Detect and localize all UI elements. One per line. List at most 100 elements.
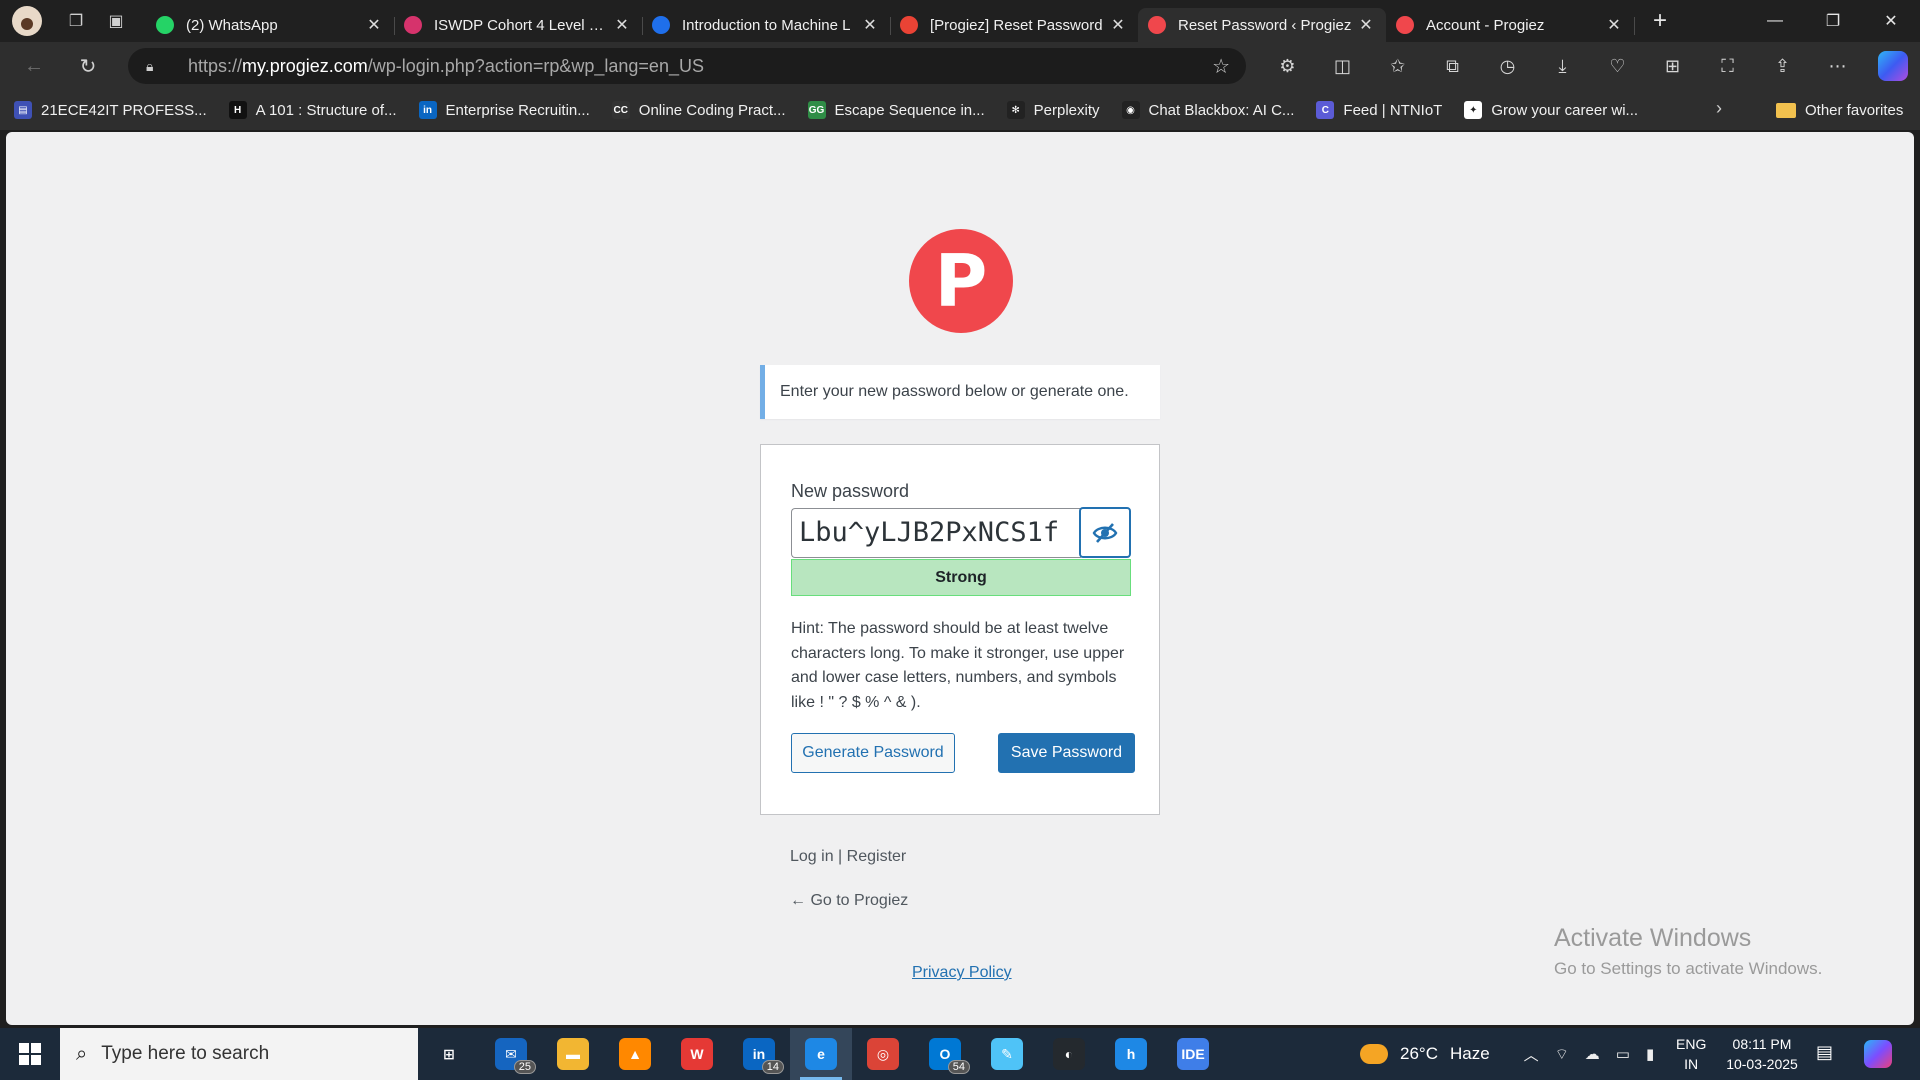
password-strength-meter: Strong	[791, 559, 1131, 596]
register-link[interactable]: Register	[847, 848, 907, 865]
favorite-item[interactable]: GG Escape Sequence in...	[807, 101, 985, 119]
favorite-item[interactable]: in Enterprise Recruitin...	[418, 101, 590, 119]
other-favorites[interactable]: Other favorites	[1776, 90, 1903, 130]
notifications-icon[interactable]: ▤	[1816, 1042, 1833, 1063]
share-icon[interactable]: ⇪	[1755, 48, 1810, 84]
close-tab-icon[interactable]: ✕	[364, 15, 384, 35]
weather-widget[interactable]: 26°C Haze	[1360, 1044, 1490, 1064]
downloads-icon[interactable]: ⤓	[1535, 48, 1590, 84]
taskbar-edge-button[interactable]: e	[790, 1028, 852, 1080]
other-favorites-label: Other favorites	[1805, 101, 1904, 119]
new-tab-button[interactable]: +	[1640, 4, 1680, 38]
restore-button[interactable]: ❐	[1804, 0, 1862, 42]
favorite-item[interactable]: H A 101 : Structure of...	[228, 101, 397, 119]
login-link[interactable]: Log in	[790, 848, 834, 865]
generate-password-button[interactable]: Generate Password	[791, 733, 955, 773]
url-text: https://my.progiez.com/wp-login.php?acti…	[188, 55, 704, 76]
taskbar-search[interactable]: ⌕ Type here to search	[60, 1028, 418, 1080]
copilot-icon[interactable]	[1878, 51, 1908, 81]
info-notice: Enter your new password below or generat…	[760, 365, 1160, 419]
close-tab-icon[interactable]: ✕	[1356, 15, 1376, 35]
ide-icon: IDE	[1177, 1038, 1209, 1070]
taskbar-apps: ⊞ ✉ 25 ▬ ▲ Win 14 e ◎ O 54 ✎ ◐ h IDE	[418, 1028, 1224, 1080]
browser-tab[interactable]: [Progiez] Reset Password ✕	[890, 8, 1139, 42]
reset-password-form: New password Lbu^yLJB2PxNCS1f Strong Hin…	[760, 444, 1160, 815]
address-bar[interactable]: 🔒︎ https://my.progiez.com/wp-login.php?a…	[128, 48, 1246, 84]
browser-tab[interactable]: ISWDP Cohort 4 Level 1 Le ✕	[394, 8, 643, 42]
close-tab-icon[interactable]: ✕	[1108, 15, 1128, 35]
onedrive-icon[interactable]: ☁	[1585, 1045, 1600, 1063]
close-tab-icon[interactable]: ✕	[612, 15, 632, 35]
close-tab-icon[interactable]: ✕	[1604, 15, 1624, 35]
refresh-button[interactable]: ↻	[66, 48, 110, 84]
vlc-icon: ▲	[619, 1038, 651, 1070]
collections-icon[interactable]: ⧉	[1425, 48, 1480, 84]
language-code: ENG	[1676, 1036, 1707, 1052]
back-to-site-link[interactable]: ← Go to Progiez	[790, 892, 908, 910]
network-icon[interactable]: ⌔	[1555, 1045, 1569, 1064]
favorite-item[interactable]: CC Online Coding Pract...	[611, 101, 786, 119]
screenshot-icon[interactable]: ⛶	[1700, 48, 1755, 84]
save-password-button[interactable]: Save Password	[998, 733, 1135, 773]
taskbar-github-button[interactable]: ◐	[1038, 1028, 1100, 1080]
close-tab-icon[interactable]: ✕	[860, 15, 880, 35]
language-indicator[interactable]: ENG IN	[1676, 1034, 1706, 1074]
history-icon[interactable]: ◷	[1480, 48, 1535, 84]
favorite-item[interactable]: C Feed | NTNIoT	[1316, 101, 1442, 119]
start-button[interactable]	[0, 1028, 60, 1080]
meet-now-icon[interactable]: ▭	[1616, 1045, 1630, 1063]
favorite-item[interactable]: ✻ Perplexity	[1006, 101, 1100, 119]
minimize-button[interactable]: —	[1746, 0, 1804, 42]
favorites-overflow-chevron-icon[interactable]: ›	[1716, 98, 1722, 119]
search-placeholder: Type here to search	[101, 1043, 270, 1064]
taskbar-wps-button[interactable]: W	[666, 1028, 728, 1080]
apps-icon[interactable]: ⊞	[1645, 48, 1700, 84]
browser-tab[interactable]: Reset Password ‹ Progiez ✕	[1138, 8, 1386, 42]
show-hidden-icons-chevron-icon[interactable]: ︿	[1524, 1044, 1539, 1065]
page-content: P Enter your new password below or gener…	[6, 132, 1914, 1025]
eye-slash-icon	[1092, 522, 1118, 543]
copilot-taskbar-icon[interactable]	[1864, 1040, 1892, 1068]
system-clock[interactable]: 08:11 PM 10-03-2025	[1720, 1034, 1804, 1074]
browser-tab[interactable]: Introduction to Machine L ✕	[642, 8, 891, 42]
taskbar-outlook-button[interactable]: O 54	[914, 1028, 976, 1080]
tab-actions-icon[interactable]: ▣	[96, 5, 136, 37]
gmail-icon	[900, 16, 918, 34]
more-menu-icon[interactable]: ⋯	[1810, 48, 1865, 84]
privacy-policy-link[interactable]: Privacy Policy	[912, 964, 1012, 982]
browser-tab[interactable]: (2) WhatsApp ✕	[146, 8, 395, 42]
battery-icon[interactable]: ▮	[1646, 1045, 1654, 1063]
favorite-item[interactable]: ▤ 21ECE42IT PROFESS...	[14, 101, 207, 119]
favorite-favicon-icon: ◉	[1121, 101, 1140, 119]
taskbar-hackerrank-button[interactable]: h	[1100, 1028, 1162, 1080]
hide-password-button[interactable]	[1079, 507, 1131, 558]
close-window-button[interactable]: ✕	[1862, 0, 1920, 42]
favorite-item[interactable]: ◉ Chat Blackbox: AI C...	[1121, 101, 1294, 119]
taskbar-ide-button[interactable]: IDE	[1162, 1028, 1224, 1080]
taskbar-vlc-button[interactable]: ▲	[604, 1028, 666, 1080]
new-password-input[interactable]: Lbu^yLJB2PxNCS1f	[791, 508, 1081, 558]
taskbar-notepad-button[interactable]: ✎	[976, 1028, 1038, 1080]
tab-title: ISWDP Cohort 4 Level 1 Le	[434, 16, 612, 34]
browser-tab[interactable]: Account - Progiez ✕	[1386, 8, 1635, 42]
taskbar-mail-button[interactable]: ✉ 25	[480, 1028, 542, 1080]
favorite-favicon-icon: ✻	[1006, 101, 1025, 119]
split-screen-icon[interactable]: ◫	[1315, 48, 1370, 84]
github-icon: ◐	[1053, 1038, 1085, 1070]
workspaces-icon[interactable]: ❐	[56, 5, 96, 37]
extensions-icon[interactable]: ⚙	[1260, 48, 1315, 84]
windows-taskbar: ⌕ Type here to search ⊞ ✉ 25 ▬ ▲ Win 14 e ◎ O 54 ✎ ◐…	[0, 1028, 1920, 1080]
taskbar-linkedin-button[interactable]: in 14	[728, 1028, 790, 1080]
back-button[interactable]: ←	[12, 48, 56, 84]
favorite-star-icon[interactable]: ☆	[1212, 54, 1230, 79]
tab-title: (2) WhatsApp	[186, 16, 278, 34]
favorite-item[interactable]: ✦ Grow your career wi...	[1464, 101, 1638, 119]
taskbar-chrome-button[interactable]: ◎	[852, 1028, 914, 1080]
progiez-logo[interactable]: P	[909, 229, 1013, 333]
taskbar-task-view-button[interactable]: ⊞	[418, 1028, 480, 1080]
profile-avatar[interactable]	[12, 6, 42, 36]
windows-logo-icon	[19, 1043, 41, 1065]
taskbar-file-explorer-button[interactable]: ▬	[542, 1028, 604, 1080]
favorites-icon[interactable]: ✩	[1370, 48, 1425, 84]
browser-essentials-icon[interactable]: ♡	[1590, 48, 1645, 84]
